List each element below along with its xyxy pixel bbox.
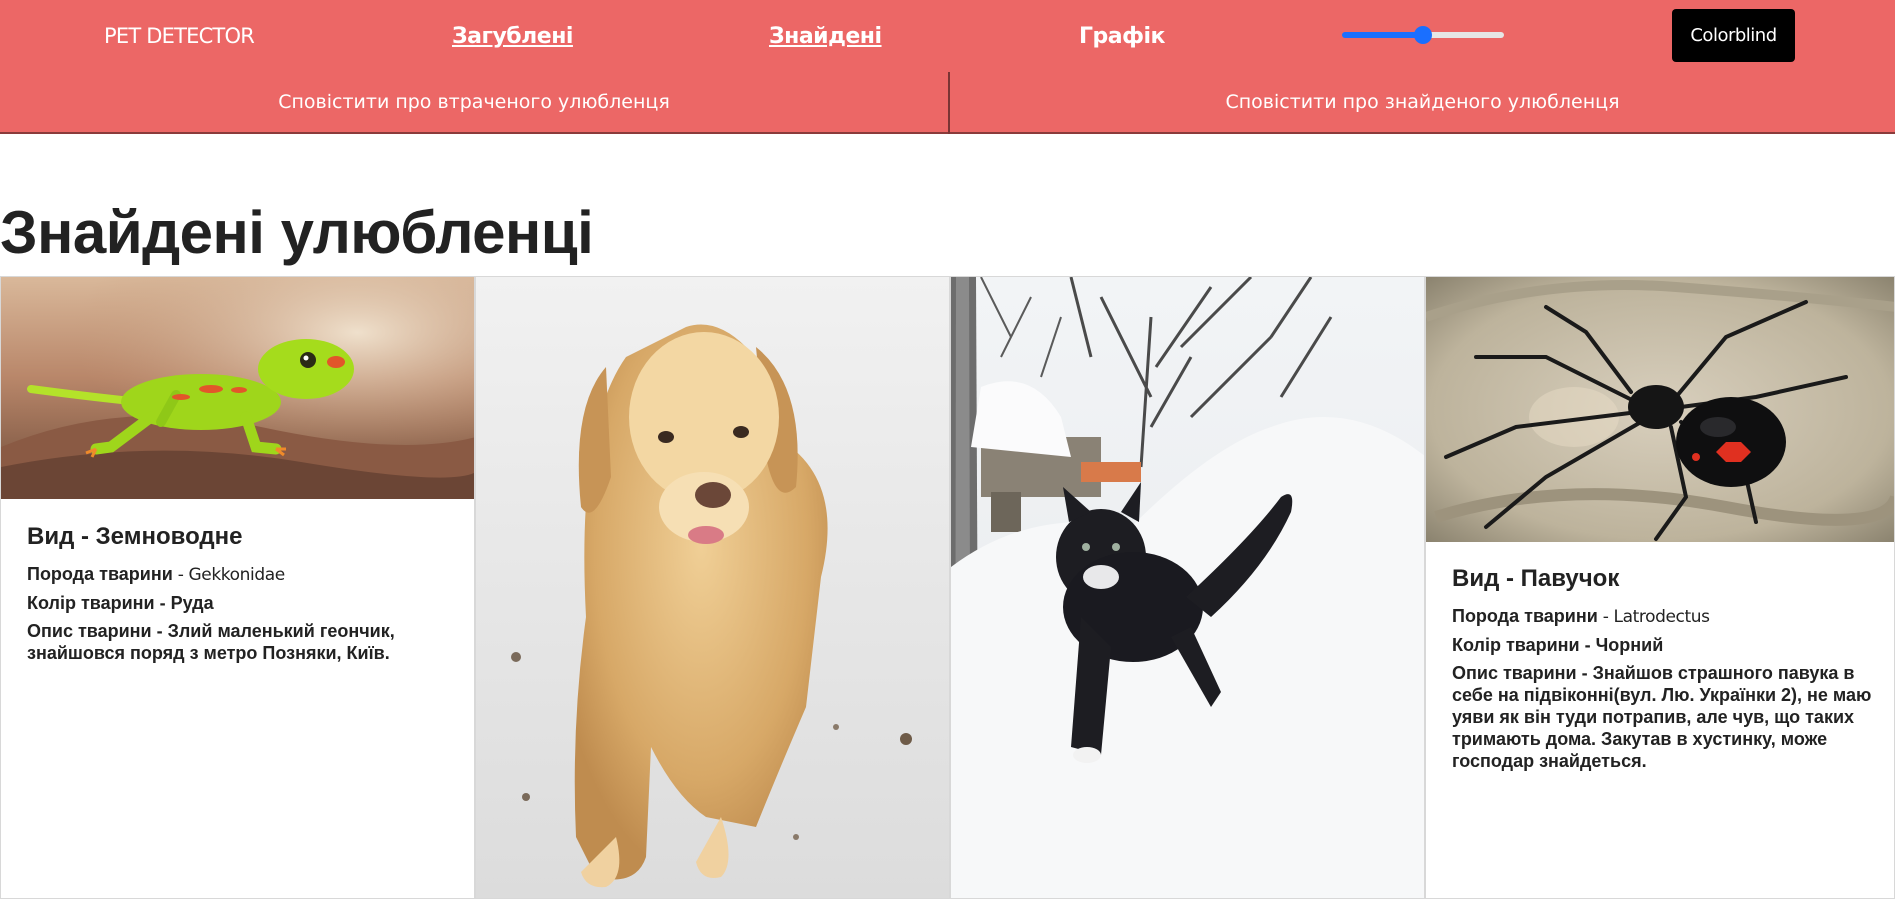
pet-description: Опис тварини - Знайшов страшного павука …: [1452, 663, 1872, 771]
header-bar: PET DETECTOR Загублені Знайдені Графік C…: [0, 0, 1895, 134]
pet-info: Вид - Земноводне Порода тварини - Gekkon…: [27, 523, 454, 670]
pet-color: Колір тварини - Руда: [27, 593, 214, 613]
pet-card[interactable]: [950, 276, 1425, 899]
main-nav: PET DETECTOR Загублені Знайдені Графік C…: [0, 0, 1895, 72]
pet-card[interactable]: [475, 276, 950, 899]
pet-species: Вид - Земноводне: [27, 523, 243, 550]
gecko-photo-icon: [1, 277, 474, 499]
golden-retriever-photo-icon: [476, 277, 949, 898]
nav-link-lost[interactable]: Загублені: [452, 24, 573, 49]
pet-card[interactable]: Вид - Земноводне Порода тварини - Gekkon…: [0, 276, 475, 899]
report-nav: Сповістити про втраченого улюбленця Спов…: [0, 72, 1895, 134]
page-title: Знайдені улюбленці: [0, 199, 594, 266]
nav-link-found[interactable]: Знайдені: [769, 24, 882, 49]
black-widow-photo-icon: [1426, 277, 1894, 542]
pet-color: Колір тварини - Чорний: [1452, 635, 1664, 655]
font-size-slider[interactable]: [1342, 26, 1504, 44]
pet-info: Вид - Павучок Порода тварини - Latrodect…: [1452, 565, 1878, 778]
pet-species: Вид - Павучок: [1452, 565, 1620, 592]
pet-description: Опис тварини - Злий маленький геончик, з…: [27, 621, 395, 663]
pet-breed: Порода тварини - Gekkonidae: [27, 564, 285, 585]
report-found-link[interactable]: Сповістити про знайденого улюбленця: [950, 72, 1895, 132]
nav-link-chart[interactable]: Графік: [1079, 24, 1165, 49]
slider-thumb[interactable]: [1414, 26, 1432, 44]
pet-breed: Порода тварини - Latrodectus: [1452, 606, 1710, 627]
brand-logo-text[interactable]: PET DETECTOR: [104, 24, 255, 48]
colorblind-button[interactable]: Colorblind: [1672, 9, 1795, 62]
black-cat-photo-icon: [951, 277, 1424, 898]
pet-card[interactable]: Вид - Павучок Порода тварини - Latrodect…: [1425, 276, 1895, 899]
report-lost-link[interactable]: Сповістити про втраченого улюбленця: [0, 72, 948, 132]
